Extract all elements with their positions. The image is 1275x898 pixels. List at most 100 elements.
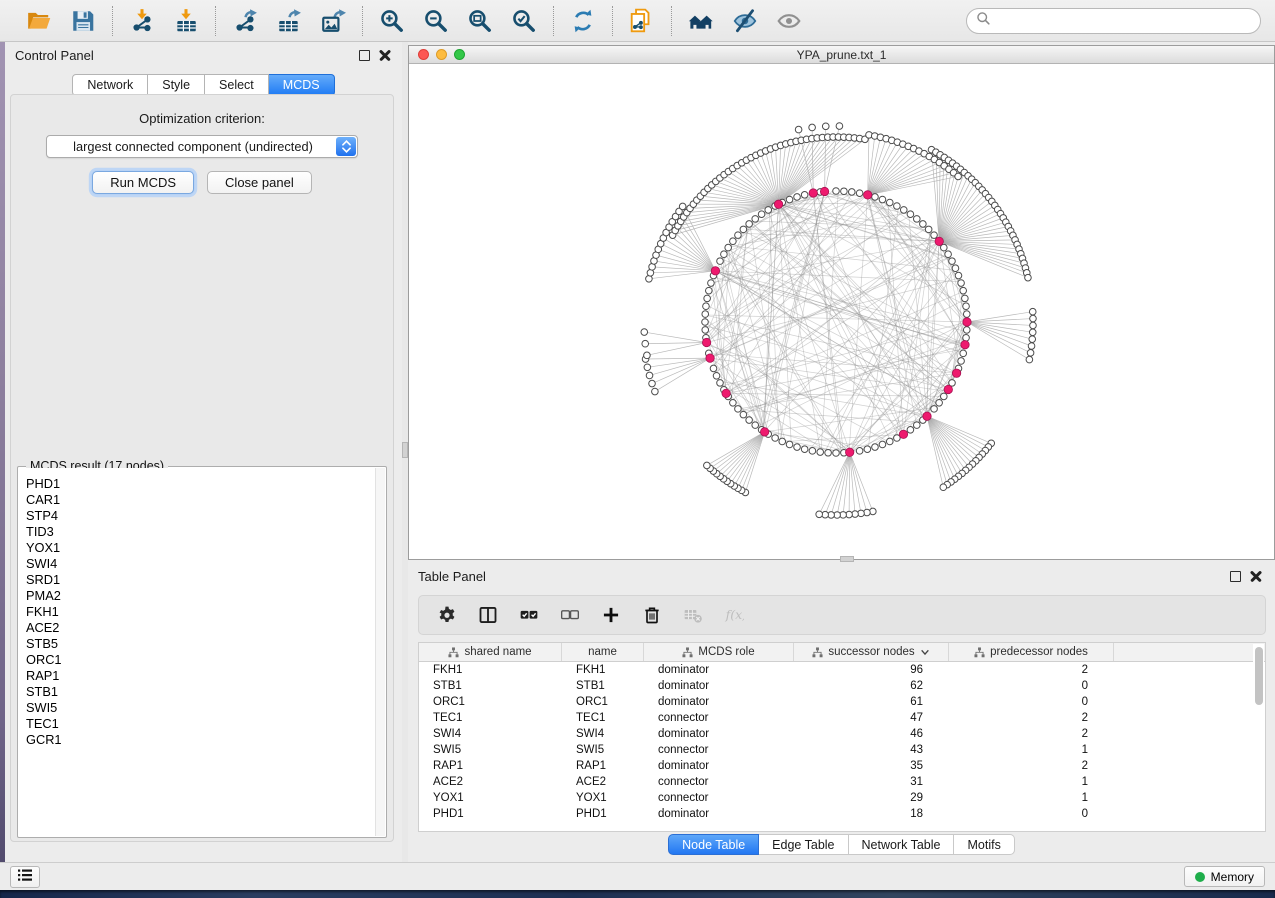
network-node[interactable] xyxy=(945,251,952,258)
network-node[interactable] xyxy=(1025,274,1032,281)
mcds-hub-node[interactable] xyxy=(809,189,817,197)
search-box[interactable] xyxy=(966,8,1261,34)
network-node[interactable] xyxy=(1028,343,1035,350)
network-node[interactable] xyxy=(925,226,932,233)
network-node[interactable] xyxy=(879,441,886,448)
network-node[interactable] xyxy=(955,173,962,180)
tab-network-table[interactable]: Network Table xyxy=(849,834,955,855)
network-node[interactable] xyxy=(721,251,728,258)
mcds-hub-node[interactable] xyxy=(961,341,969,349)
tab-mcds[interactable]: MCDS xyxy=(269,74,335,96)
tab-style[interactable]: Style xyxy=(148,74,205,96)
network-node[interactable] xyxy=(886,199,893,206)
network-node[interactable] xyxy=(940,484,947,491)
network-node[interactable] xyxy=(920,221,927,228)
network-node[interactable] xyxy=(936,399,943,406)
network-node[interactable] xyxy=(913,216,920,223)
mcds-hub-node[interactable] xyxy=(863,191,871,199)
network-node[interactable] xyxy=(879,196,886,203)
network-node[interactable] xyxy=(652,388,659,395)
network-node[interactable] xyxy=(963,303,970,310)
network-node[interactable] xyxy=(822,123,829,130)
network-node[interactable] xyxy=(960,287,967,294)
network-node[interactable] xyxy=(960,350,967,357)
open-file-icon[interactable] xyxy=(24,6,54,36)
network-node[interactable] xyxy=(1030,315,1037,322)
column-header-MCDS-role[interactable]: MCDS role xyxy=(644,643,794,661)
mcds-hub-node[interactable] xyxy=(722,389,730,397)
mcds-hub-node[interactable] xyxy=(760,428,768,436)
mcds-result-item[interactable]: ACE2 xyxy=(26,620,375,636)
import-table-icon[interactable] xyxy=(171,6,201,36)
network-node[interactable] xyxy=(856,448,863,455)
network-node[interactable] xyxy=(801,446,808,453)
network-node[interactable] xyxy=(958,358,965,365)
network-node[interactable] xyxy=(758,211,765,218)
network-node[interactable] xyxy=(955,272,962,279)
network-node[interactable] xyxy=(703,303,710,310)
search-input[interactable] xyxy=(995,14,1251,28)
mcds-result-item[interactable]: SRD1 xyxy=(26,572,375,588)
network-node[interactable] xyxy=(1029,329,1036,336)
network-node[interactable] xyxy=(872,194,879,201)
tab-node-table[interactable]: Node Table xyxy=(668,834,759,855)
network-node[interactable] xyxy=(708,280,715,287)
network-node[interactable] xyxy=(795,126,802,133)
deselect-all-icon[interactable] xyxy=(558,603,582,627)
table-scrollbar[interactable] xyxy=(1253,644,1264,830)
network-node[interactable] xyxy=(786,441,793,448)
tab-network[interactable]: Network xyxy=(72,74,148,96)
network-node[interactable] xyxy=(816,511,823,518)
show-graphics-details-icon[interactable] xyxy=(774,6,804,36)
network-node[interactable] xyxy=(679,203,686,210)
select-all-icon[interactable] xyxy=(517,603,541,627)
mcds-hub-node[interactable] xyxy=(952,369,960,377)
delete-column-icon[interactable] xyxy=(640,603,664,627)
table-row[interactable]: RAP1RAP1dominator352 xyxy=(419,758,1265,774)
network-node[interactable] xyxy=(794,194,801,201)
network-node[interactable] xyxy=(841,188,848,195)
mcds-result-item[interactable]: STB5 xyxy=(26,636,375,652)
mcds-result-item[interactable]: RAP1 xyxy=(26,668,375,684)
table-row[interactable]: TEC1TEC1connector472 xyxy=(419,710,1265,726)
network-node[interactable] xyxy=(779,438,786,445)
mcds-result-item[interactable]: TEC1 xyxy=(26,716,375,732)
network-node[interactable] xyxy=(864,446,871,453)
network-node[interactable] xyxy=(752,216,759,223)
mcds-result-item[interactable]: FKH1 xyxy=(26,604,375,620)
network-node[interactable] xyxy=(725,244,732,251)
column-header-successor-nodes[interactable]: successor nodes xyxy=(794,643,949,661)
show-panels-menu-button[interactable] xyxy=(10,866,40,888)
mcds-result-item[interactable]: CAR1 xyxy=(26,492,375,508)
network-node[interactable] xyxy=(962,295,969,302)
network-node[interactable] xyxy=(702,327,709,334)
mcds-hub-node[interactable] xyxy=(935,237,943,245)
mcds-hub-node[interactable] xyxy=(963,318,971,326)
network-node[interactable] xyxy=(794,444,801,451)
memory-button[interactable]: Memory xyxy=(1184,866,1265,887)
network-node[interactable] xyxy=(644,364,651,371)
network-node[interactable] xyxy=(963,327,970,334)
table-panel-float-icon[interactable] xyxy=(1230,571,1241,582)
network-node[interactable] xyxy=(1026,356,1033,363)
mcds-hub-node[interactable] xyxy=(899,430,907,438)
network-node[interactable] xyxy=(1027,350,1034,357)
network-node[interactable] xyxy=(642,340,649,347)
import-network-icon[interactable] xyxy=(127,6,157,36)
table-row[interactable]: STB1STB1dominator620 xyxy=(419,678,1265,694)
network-node[interactable] xyxy=(740,226,747,233)
mcds-hub-node[interactable] xyxy=(774,200,782,208)
clone-network-icon[interactable] xyxy=(627,6,657,36)
network-node[interactable] xyxy=(931,406,938,413)
mcds-result-item[interactable]: PMA2 xyxy=(26,588,375,604)
network-node[interactable] xyxy=(641,329,648,336)
network-node[interactable] xyxy=(702,319,709,326)
network-node[interactable] xyxy=(786,196,793,203)
mcds-hub-node[interactable] xyxy=(944,385,952,393)
network-node[interactable] xyxy=(825,449,832,456)
zoom-in-icon[interactable] xyxy=(377,6,407,36)
table-scrollbar-thumb[interactable] xyxy=(1255,647,1263,705)
network-node[interactable] xyxy=(746,417,753,424)
mcds-result-item[interactable]: TID3 xyxy=(26,524,375,540)
mcds-result-item[interactable]: SWI4 xyxy=(26,556,375,572)
